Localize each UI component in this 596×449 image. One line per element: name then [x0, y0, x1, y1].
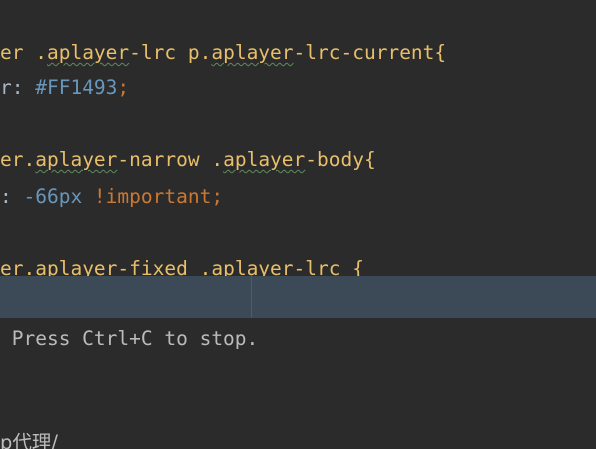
terminal-stop-hint: Press Ctrl+C to stop. [0, 327, 259, 350]
code-token: : [0, 185, 24, 208]
code-line-4: er.aplayer-narrow .aplayer-body{ [0, 147, 376, 173]
code-token: #FF1493 [35, 76, 118, 99]
code-token: aplayer [46, 41, 130, 64]
panel-split [251, 276, 252, 318]
code-token: -fixed . [117, 257, 212, 276]
ide-window: er .aplayer-lrc p.aplayer-lrc-current{ r… [0, 0, 596, 449]
code-token: aplayer [211, 257, 294, 276]
code-token: r: [0, 76, 36, 99]
code-token: ; [117, 76, 130, 99]
code-token: -body{ [305, 148, 376, 171]
code-token: er. [0, 148, 36, 171]
code-line-1: er .aplayer-lrc p.aplayer-lrc-current{ [0, 40, 446, 66]
code-token: -66px [23, 185, 83, 208]
code-token: er . [0, 41, 47, 64]
panel-divider-toolbar[interactable] [0, 276, 596, 318]
code-token: aplayer [35, 257, 118, 276]
code-token: -lrc p. [129, 41, 212, 64]
code-token: ; [211, 185, 224, 208]
code-token: er. [0, 257, 36, 276]
code-token: !important [82, 185, 212, 208]
code-line-2: r: #FF1493; [0, 75, 129, 101]
code-line-5: : -66px !important; [0, 184, 223, 210]
code-token: -lrc { [293, 257, 364, 276]
code-token: aplayer [223, 148, 306, 171]
code-token: aplayer [211, 41, 294, 64]
code-token: -narrow . [117, 148, 224, 171]
code-line-7: er.aplayer-fixed .aplayer-lrc { [0, 256, 364, 276]
code-editor[interactable]: er .aplayer-lrc p.aplayer-lrc-current{ r… [0, 0, 596, 276]
code-token: aplayer [35, 148, 118, 171]
terminal-proxy-line: p代理/ [0, 431, 58, 449]
terminal-panel[interactable]: Press Ctrl+C to stop. p代理/ [0, 318, 596, 449]
code-token: -lrc-current{ [293, 41, 447, 64]
